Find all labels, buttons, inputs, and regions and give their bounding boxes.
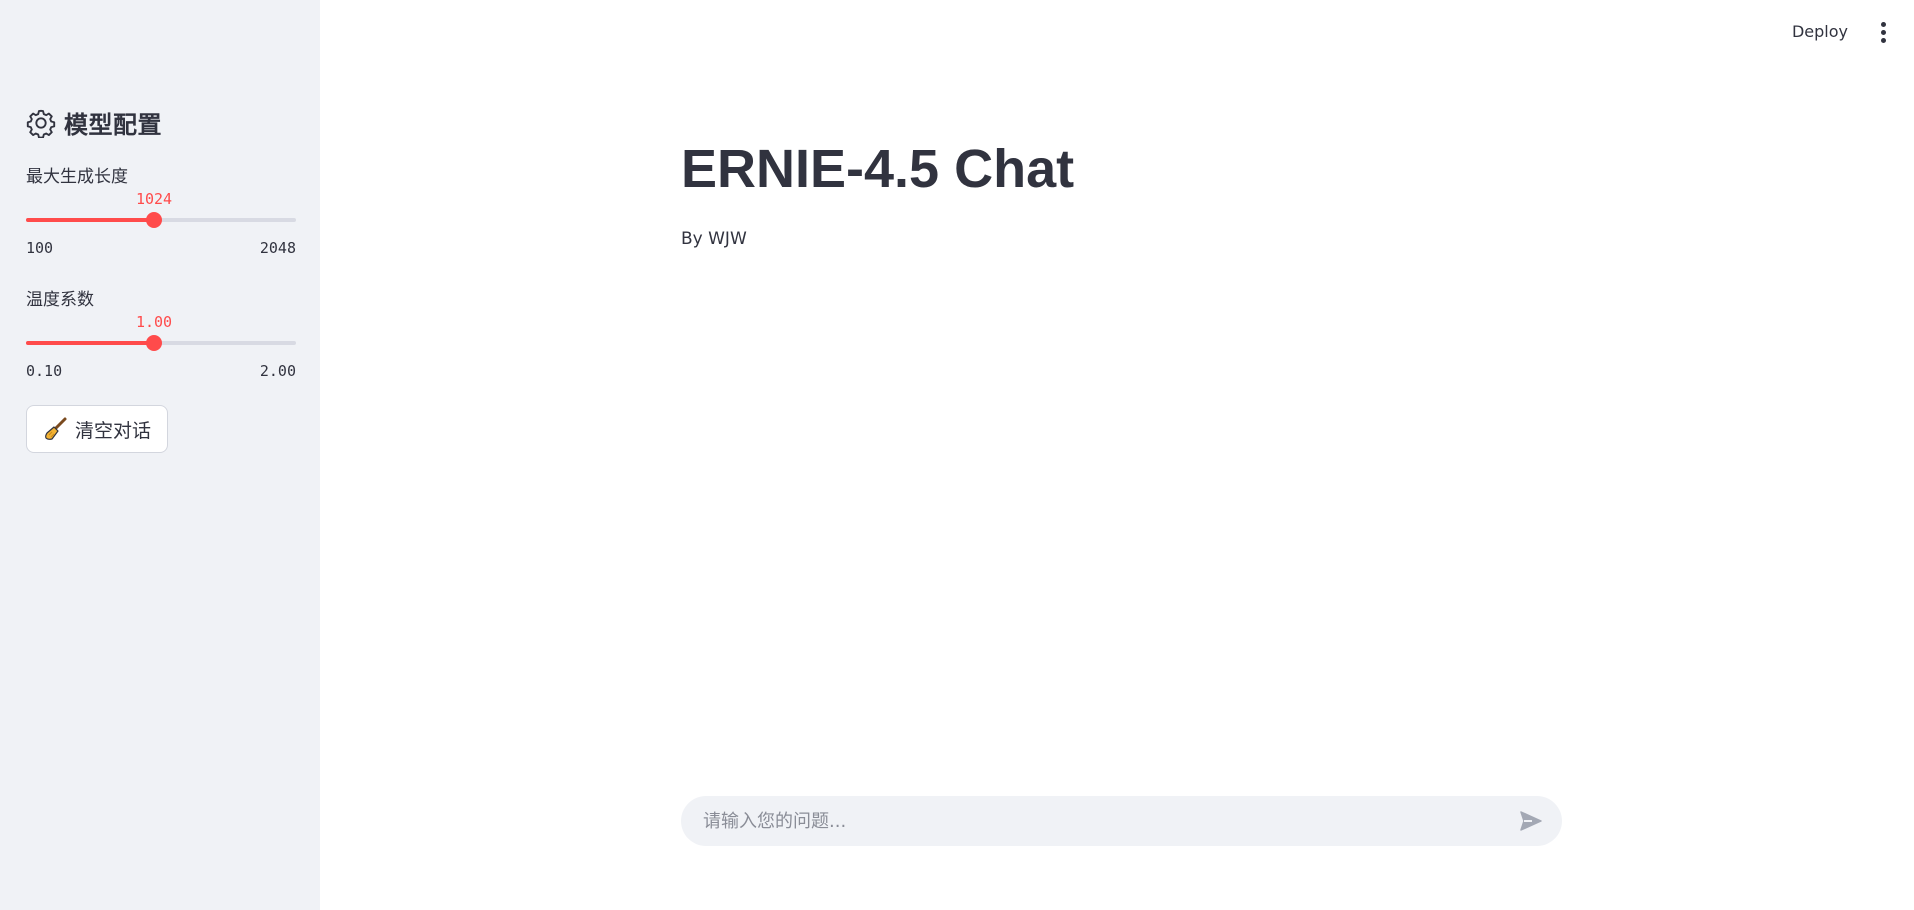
clear-chat-button[interactable]: 清空对话 bbox=[26, 405, 169, 453]
temperature-slider: 温度系数 1.00 0.10 2.00 bbox=[26, 285, 296, 385]
sidebar: 模型配置 最大生成长度 1024 100 2048 温度系数 1.00 0.10… bbox=[0, 0, 320, 910]
sidebar-title: 模型配置 bbox=[64, 111, 162, 139]
temperature-label: 温度系数 bbox=[26, 290, 94, 310]
gear-icon bbox=[26, 109, 56, 138]
chat-input-bar bbox=[681, 796, 1562, 846]
max-length-value: 1024 bbox=[135, 190, 173, 208]
temperature-fill bbox=[26, 341, 154, 345]
deploy-button[interactable]: Deploy bbox=[1792, 22, 1848, 41]
temperature-max: 2.00 bbox=[259, 362, 296, 380]
max-length-min: 100 bbox=[26, 239, 54, 257]
app-window: 模型配置 最大生成长度 1024 100 2048 温度系数 1.00 0.10… bbox=[0, 0, 1914, 910]
max-length-thumb[interactable] bbox=[146, 212, 162, 228]
chat-input[interactable] bbox=[701, 809, 1518, 833]
temperature-value: 1.00 bbox=[135, 313, 173, 331]
max-length-track[interactable] bbox=[26, 212, 296, 228]
temperature-track[interactable] bbox=[26, 335, 296, 351]
max-length-slider: 最大生成长度 1024 100 2048 bbox=[26, 162, 296, 262]
byline: By WJW bbox=[681, 229, 747, 249]
max-length-max: 2048 bbox=[259, 239, 296, 257]
page-title: ERNIE-4.5 Chat bbox=[681, 139, 1075, 199]
max-length-fill bbox=[26, 218, 154, 222]
temperature-min: 0.10 bbox=[26, 362, 63, 380]
send-icon[interactable] bbox=[1518, 808, 1544, 834]
max-length-label: 最大生成长度 bbox=[26, 167, 128, 187]
broom-icon bbox=[45, 417, 67, 440]
kebab-menu-icon[interactable] bbox=[1878, 22, 1888, 43]
temperature-thumb[interactable] bbox=[146, 335, 162, 351]
clear-chat-label: 清空对话 bbox=[75, 419, 152, 442]
sidebar-header: 模型配置 bbox=[26, 105, 162, 140]
